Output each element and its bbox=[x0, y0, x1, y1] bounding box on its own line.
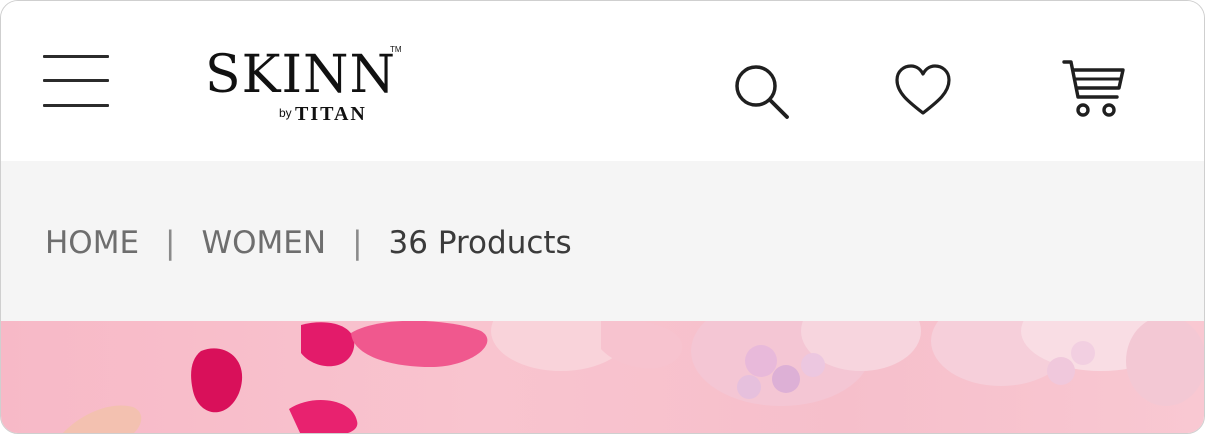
cart-icon bbox=[1062, 60, 1125, 117]
breadcrumb-home[interactable]: HOME bbox=[45, 225, 139, 261]
site-header: SKINN TM by TITAN bbox=[1, 1, 1204, 161]
category-banner bbox=[1, 321, 1204, 433]
logo-wordmark: SKINN bbox=[205, 45, 397, 105]
heart-icon bbox=[895, 64, 951, 115]
wishlist-button[interactable] bbox=[891, 59, 955, 123]
search-button[interactable] bbox=[729, 59, 793, 123]
menu-line bbox=[43, 79, 109, 82]
logo-trademark: TM bbox=[390, 45, 402, 54]
search-icon bbox=[735, 65, 789, 119]
cart-button[interactable] bbox=[1061, 57, 1125, 121]
product-count: 36 Products bbox=[388, 225, 572, 261]
breadcrumb-women[interactable]: WOMEN bbox=[202, 225, 327, 261]
rose-petals-image bbox=[62, 321, 1204, 433]
breadcrumb-separator: | bbox=[165, 225, 176, 261]
menu-line bbox=[43, 55, 109, 58]
hamburger-menu-button[interactable] bbox=[43, 53, 109, 111]
menu-line bbox=[43, 104, 109, 107]
app-window: SKINN TM by TITAN HOME | WOMEN | 36 Prod… bbox=[0, 0, 1205, 434]
logo-subbrand: TITAN bbox=[295, 103, 367, 125]
brand-logo[interactable]: SKINN TM by TITAN bbox=[201, 45, 411, 133]
logo-by-text: by bbox=[279, 106, 292, 120]
breadcrumb: HOME | WOMEN | 36 Products bbox=[45, 219, 572, 267]
breadcrumb-separator: | bbox=[352, 225, 363, 261]
